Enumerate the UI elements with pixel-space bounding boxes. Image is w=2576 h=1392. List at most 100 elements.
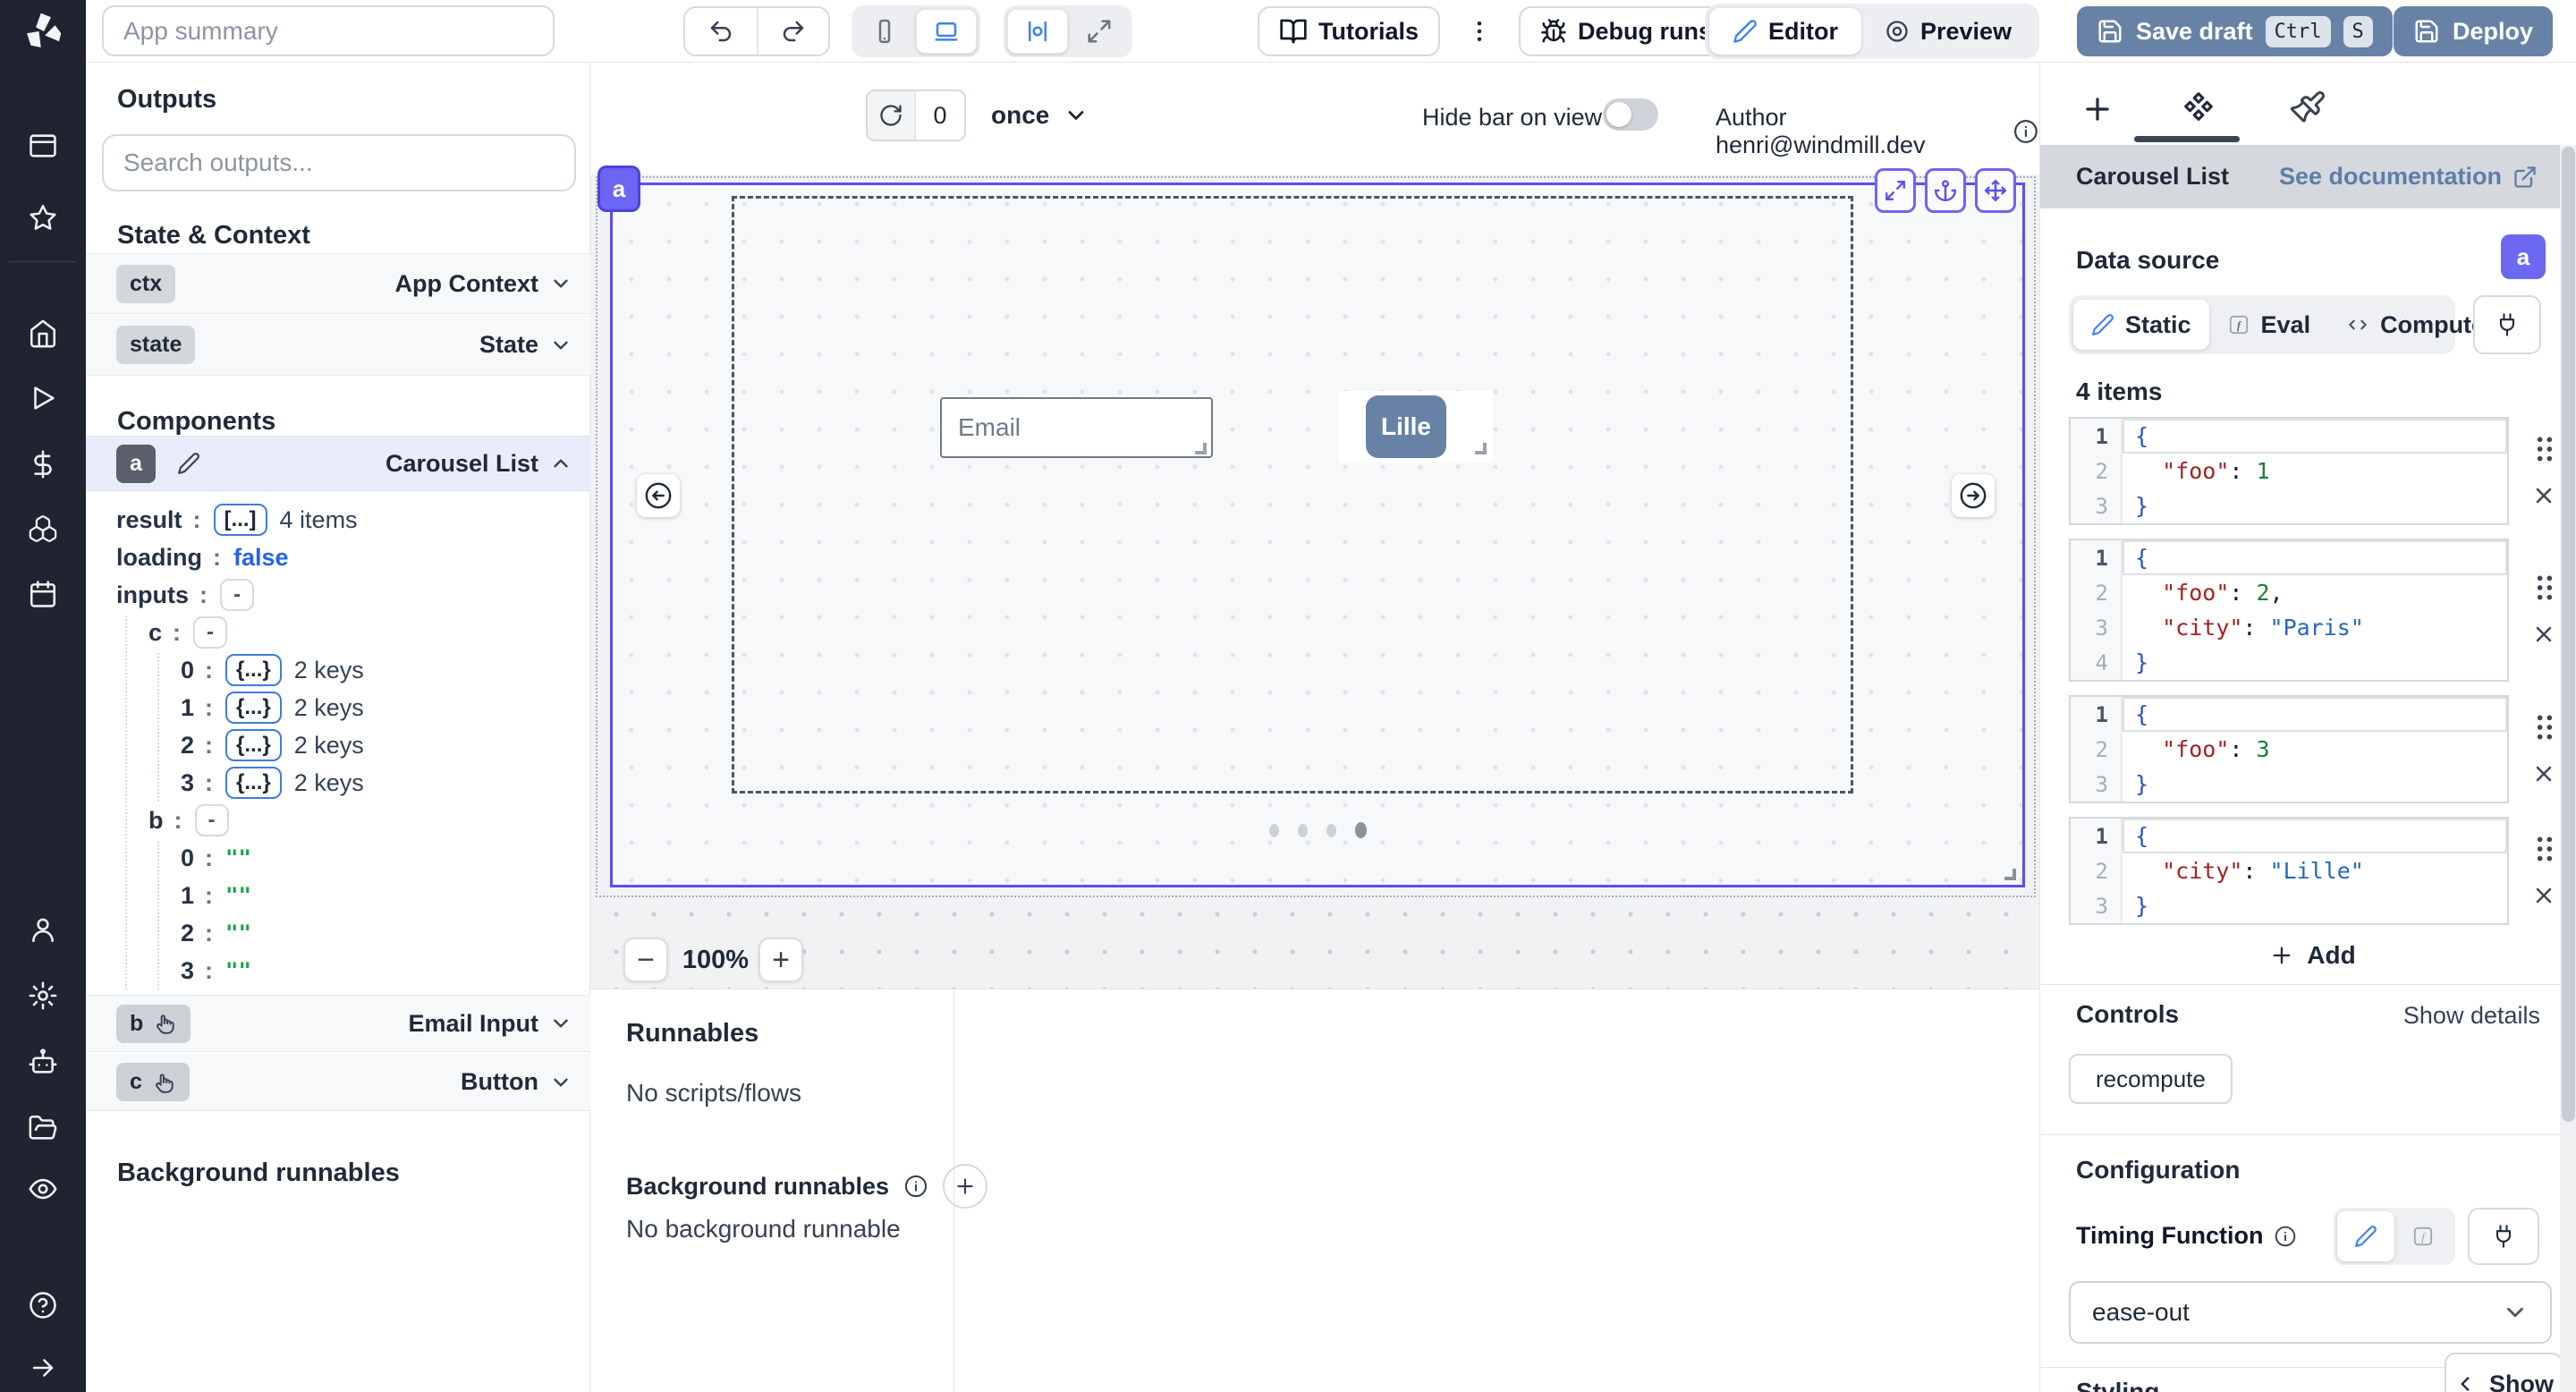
anchor-component-button[interactable] (1925, 168, 1966, 213)
resize-handle[interactable] (1475, 443, 1487, 454)
expand-component-button[interactable] (1875, 168, 1916, 213)
carousel-dot[interactable] (1326, 824, 1336, 837)
carousel-button[interactable]: Lille (1366, 395, 1446, 458)
styling-show-button[interactable]: Show (2445, 1353, 2563, 1392)
hide-bar-toggle[interactable] (1603, 98, 1658, 131)
drag-handle-icon[interactable] (2533, 435, 2556, 463)
add-item-button[interactable]: Add (2069, 941, 2556, 970)
output-tree-row[interactable]: 1:"" (86, 877, 590, 914)
carousel-dot[interactable] (1298, 824, 1308, 837)
info-icon[interactable] (903, 1174, 928, 1199)
json-editor-line[interactable]: 4} (2071, 645, 2507, 680)
app-summary-input[interactable] (102, 5, 555, 56)
json-editor-line[interactable]: 3 "city": "Paris" (2071, 610, 2507, 645)
windmill-logo[interactable] (0, 0, 86, 63)
redo-button[interactable] (757, 8, 828, 55)
zoom-out-button[interactable]: − (623, 938, 668, 982)
styling-tab[interactable] (2289, 89, 2326, 127)
drag-handle-icon[interactable] (2533, 713, 2556, 742)
output-tree-row[interactable]: 2:"" (86, 914, 590, 952)
apps-nav-button[interactable] (28, 131, 58, 161)
json-editor-line[interactable]: 1{ (2071, 697, 2507, 732)
json-editor[interactable]: 1{2 "city": "Lille"3} (2069, 817, 2509, 925)
preview-mode-button[interactable]: Preview (1861, 8, 2035, 55)
show-details-link[interactable]: Show details (2403, 1002, 2540, 1030)
users-nav-button[interactable] (28, 914, 58, 945)
runs-nav-button[interactable] (28, 383, 58, 413)
delete-item-button[interactable] (2531, 622, 2556, 647)
output-tree-row[interactable]: 3:"" (86, 952, 590, 989)
connect-data-button[interactable] (2473, 295, 2541, 354)
json-editor[interactable]: 1{2 "foo": 13} (2069, 417, 2509, 525)
json-editor-line[interactable]: 1{ (2071, 540, 2507, 575)
home-nav-button[interactable] (28, 318, 58, 349)
tutorials-button[interactable]: Tutorials (1258, 6, 1440, 56)
json-editor-line[interactable]: 2 "foo": 2, (2071, 575, 2507, 610)
deploy-button[interactable]: Deploy (2394, 6, 2553, 56)
carousel-component[interactable]: Lille (610, 182, 2025, 887)
output-tree-row[interactable]: 0:"" (86, 839, 590, 877)
json-editor-line[interactable]: 3} (2071, 888, 2507, 923)
help-button[interactable] (28, 1290, 58, 1320)
favorites-nav-button[interactable] (28, 202, 58, 233)
more-menu-button[interactable] (1460, 12, 1499, 51)
json-editor-line[interactable]: 1{ (2071, 419, 2507, 454)
scrollbar-thumb[interactable] (2562, 147, 2575, 1122)
search-outputs-input[interactable] (102, 134, 576, 191)
output-tree-row[interactable]: result:[...]4 items (86, 501, 590, 539)
delete-item-button[interactable] (2531, 883, 2556, 908)
carousel-prev-button[interactable] (637, 474, 680, 517)
output-tree-row[interactable]: 3:{...}2 keys (86, 764, 590, 802)
state-row[interactable]: state State (86, 315, 590, 376)
refresh-control[interactable]: 0 (866, 89, 966, 141)
rename-component-button[interactable] (168, 443, 209, 484)
recompute-button[interactable]: recompute (2069, 1054, 2233, 1104)
timing-static-button[interactable] (2337, 1211, 2394, 1261)
move-component-button[interactable] (1975, 168, 2016, 213)
audit-nav-button[interactable] (28, 1174, 58, 1204)
carousel-dot[interactable] (1355, 822, 1367, 838)
resize-handle[interactable] (1195, 443, 1207, 454)
chevron-down-icon[interactable] (549, 272, 572, 295)
chevron-down-icon[interactable] (549, 1012, 572, 1035)
delete-item-button[interactable] (2531, 761, 2556, 786)
settings-nav-button[interactable] (28, 980, 58, 1011)
delete-item-button[interactable] (2531, 483, 2556, 508)
static-mode-button[interactable]: Static (2073, 300, 2209, 350)
save-draft-button[interactable]: Save draft Ctrl S (2077, 6, 2393, 56)
insert-tab[interactable] (2080, 92, 2114, 126)
settings-tab[interactable] (2179, 89, 2218, 129)
carousel-dot[interactable] (1269, 824, 1279, 837)
folders-nav-button[interactable] (28, 1113, 58, 1143)
desktop-view-button[interactable] (916, 9, 977, 54)
eval-mode-button[interactable]: f Eval (2209, 300, 2329, 350)
center-content-button[interactable] (1007, 9, 1068, 54)
json-editor-line[interactable]: 2 "city": "Lille" (2071, 853, 2507, 888)
info-icon[interactable] (2012, 118, 2039, 145)
chevron-down-icon[interactable] (549, 334, 572, 357)
fullwidth-button[interactable] (1070, 9, 1129, 54)
json-editor-line[interactable]: 1{ (2071, 819, 2507, 853)
see-documentation-link[interactable]: See documentation (2279, 163, 2538, 191)
resources-nav-button[interactable] (28, 514, 58, 544)
variables-nav-button[interactable] (28, 449, 58, 480)
json-editor[interactable]: 1{2 "foo": 33} (2069, 695, 2509, 803)
expand-sidebar-button[interactable] (28, 1353, 58, 1383)
output-tree-row[interactable]: b:- (86, 802, 590, 839)
component-a-row[interactable]: a Carousel List (86, 436, 590, 491)
carousel-next-button[interactable] (1952, 474, 1995, 517)
json-editor-line[interactable]: 2 "foo": 3 (2071, 732, 2507, 767)
email-input-component[interactable] (940, 397, 1213, 458)
carousel-inner-container[interactable] (732, 196, 1853, 794)
component-c-row[interactable]: c Button (86, 1054, 590, 1111)
json-editor[interactable]: 1{2 "foo": 2,3 "city": "Paris"4} (2069, 539, 2509, 682)
chevron-down-icon[interactable] (549, 1071, 572, 1094)
output-tree-row[interactable]: loading:false (86, 539, 590, 576)
workers-nav-button[interactable] (28, 1047, 58, 1077)
chevron-up-icon[interactable] (549, 452, 572, 475)
drag-handle-icon[interactable] (2533, 573, 2556, 602)
component-resize-handle[interactable] (2004, 869, 2016, 880)
schedules-nav-button[interactable] (28, 579, 58, 609)
add-background-runnable-button[interactable] (943, 1164, 987, 1209)
drag-handle-icon[interactable] (2533, 835, 2556, 863)
